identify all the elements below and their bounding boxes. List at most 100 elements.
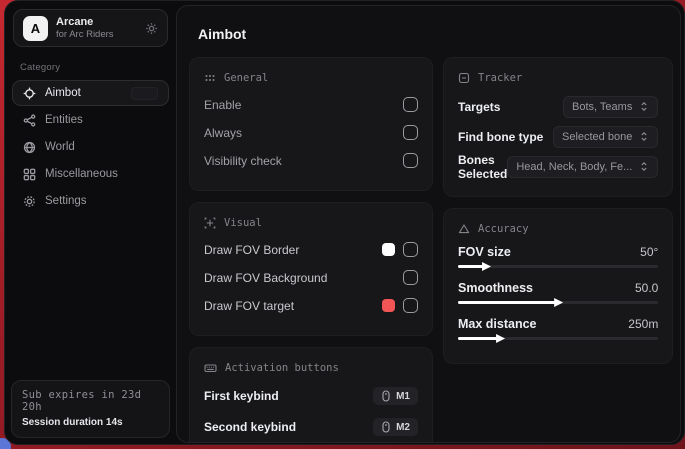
slider-fill (458, 301, 558, 304)
tracker-label: Bones Selected (458, 153, 507, 181)
tracker-panel: Tracker Targets Bots, Teams (443, 57, 673, 197)
chevrons-up-down-icon (639, 161, 649, 172)
app-identity: Arcane for Arc Riders (56, 16, 114, 40)
first-keybind-button[interactable]: M1 (373, 387, 418, 405)
accuracy-panel: Accuracy FOV size 50° Smoothness 50.0 (443, 208, 673, 364)
setting-label: Draw FOV target (204, 299, 294, 313)
setting-label: Draw FOV Border (204, 243, 299, 257)
setting-row-fov-target: Draw FOV target (204, 295, 418, 316)
targets-dropdown[interactable]: Bots, Teams (563, 96, 658, 118)
tracker-label: Find bone type (458, 130, 543, 144)
sidebar-item-label: Miscellaneous (45, 168, 118, 180)
keybind-row-second: Second keybind M2 (204, 415, 418, 439)
keybind-label: Second keybind (204, 420, 296, 434)
sidebar-item-label: World (45, 141, 75, 153)
panel-title: Visual (224, 217, 262, 229)
slider-label: Max distance (458, 317, 537, 331)
setting-label: Draw FOV Background (204, 271, 327, 285)
slider-row-max-distance: Max distance 250m (458, 317, 658, 331)
gear-icon[interactable] (145, 22, 158, 35)
sidebar-item-label: Aimbot (45, 87, 81, 99)
app-subtitle: for Arc Riders (56, 29, 114, 40)
sidebar: A Arcane for Arc Riders Category Aimbot (5, 1, 176, 444)
app-name: Arcane (56, 16, 114, 29)
slider-thumb[interactable] (496, 334, 505, 343)
slider-label: Smoothness (458, 281, 533, 295)
sidebar-item-aimbot[interactable]: Aimbot (12, 80, 169, 106)
slider-value: 250m (628, 317, 658, 331)
setting-row-fov-background: Draw FOV Background (204, 267, 418, 288)
crosshair-icon (23, 87, 36, 100)
panel-title: Tracker (478, 72, 522, 84)
tracker-row-bones-selected: Bones Selected Head, Neck, Body, Fe... (458, 154, 658, 179)
chevrons-up-down-icon (639, 101, 649, 112)
avatar: A (23, 16, 48, 41)
chevrons-up-down-icon (639, 131, 649, 142)
dropdown-value: Bots, Teams (572, 101, 632, 113)
dropdown-value: Head, Neck, Body, Fe... (516, 161, 632, 173)
max-distance-slider[interactable] (458, 334, 658, 343)
focus-plus-icon (204, 217, 216, 229)
main-content: Aimbot General Enable (176, 5, 681, 443)
keyboard-icon (204, 362, 217, 374)
fov-background-checkbox[interactable] (403, 270, 418, 285)
category-label: Category (20, 62, 161, 73)
smoothness-slider[interactable] (458, 298, 658, 307)
sidebar-item-label: Entities (45, 114, 83, 126)
setting-row-visibility-check: Visibility check (204, 150, 418, 171)
slider-row-fov-size: FOV size 50° (458, 245, 658, 259)
sidebar-item-world[interactable]: World (12, 134, 169, 160)
sidebar-item-miscellaneous[interactable]: Miscellaneous (12, 161, 169, 187)
sidebar-item-label: Settings (45, 195, 87, 207)
fov-border-color-swatch[interactable] (382, 243, 395, 256)
setting-row-fov-border: Draw FOV Border (204, 239, 418, 260)
dropdown-value: Selected bone (562, 131, 632, 143)
mouse-icon (381, 421, 391, 433)
setting-label: Always (204, 126, 242, 140)
enable-checkbox[interactable] (403, 97, 418, 112)
keybind-value: M1 (396, 391, 410, 402)
setting-row-always: Always (204, 122, 418, 143)
bones-selected-dropdown[interactable]: Head, Neck, Body, Fe... (507, 156, 658, 178)
triangle-icon (458, 223, 470, 235)
setting-label: Enable (204, 98, 241, 112)
subscription-card: Sub expires in 23d 20h Session duration … (11, 380, 170, 438)
tracker-icon (458, 72, 470, 84)
panel-title: Accuracy (478, 223, 529, 235)
entities-icon (23, 114, 36, 127)
page-title: Aimbot (198, 26, 668, 42)
session-duration-text: Session duration 14s (22, 417, 159, 428)
sub-expires-text: Sub expires in 23d 20h (22, 389, 159, 413)
sidebar-item-settings[interactable]: Settings (12, 188, 169, 214)
slider-value: 50° (640, 245, 658, 259)
fov-target-checkbox[interactable] (403, 298, 418, 313)
activation-buttons-panel: Activation buttons First keybind M1 (189, 347, 433, 443)
app-header-card: A Arcane for Arc Riders (13, 9, 168, 47)
setting-label: Visibility check (204, 154, 282, 168)
fov-size-slider[interactable] (458, 262, 658, 271)
slider-label: FOV size (458, 245, 511, 259)
slider-thumb[interactable] (482, 262, 491, 271)
settings-gear-icon (23, 195, 36, 208)
tracker-row-targets: Targets Bots, Teams (458, 94, 658, 119)
slider-value: 50.0 (635, 281, 658, 295)
setting-row-enable: Enable (204, 94, 418, 115)
keybind-value: M2 (396, 422, 410, 433)
find-bone-type-dropdown[interactable]: Selected bone (553, 126, 658, 148)
visual-panel: Visual Draw FOV Border Draw FOV Backgrou… (189, 202, 433, 336)
panel-title: General (224, 72, 268, 84)
second-keybind-button[interactable]: M2 (373, 418, 418, 436)
panel-title: Activation buttons (225, 362, 339, 374)
app-window: A Arcane for Arc Riders Category Aimbot (4, 0, 685, 445)
keybind-row-first: First keybind M1 (204, 384, 418, 408)
sidebar-item-entities[interactable]: Entities (12, 107, 169, 133)
always-checkbox[interactable] (403, 125, 418, 140)
slider-thumb[interactable] (554, 298, 563, 307)
visibility-check-checkbox[interactable] (403, 153, 418, 168)
fov-target-color-swatch[interactable] (382, 299, 395, 312)
fov-border-checkbox[interactable] (403, 242, 418, 257)
tracker-row-find-bone-type: Find bone type Selected bone (458, 124, 658, 149)
dots-grid-icon (204, 72, 216, 84)
keybind-label: First keybind (204, 389, 279, 403)
general-panel: General Enable Always Visibility check (189, 57, 433, 191)
